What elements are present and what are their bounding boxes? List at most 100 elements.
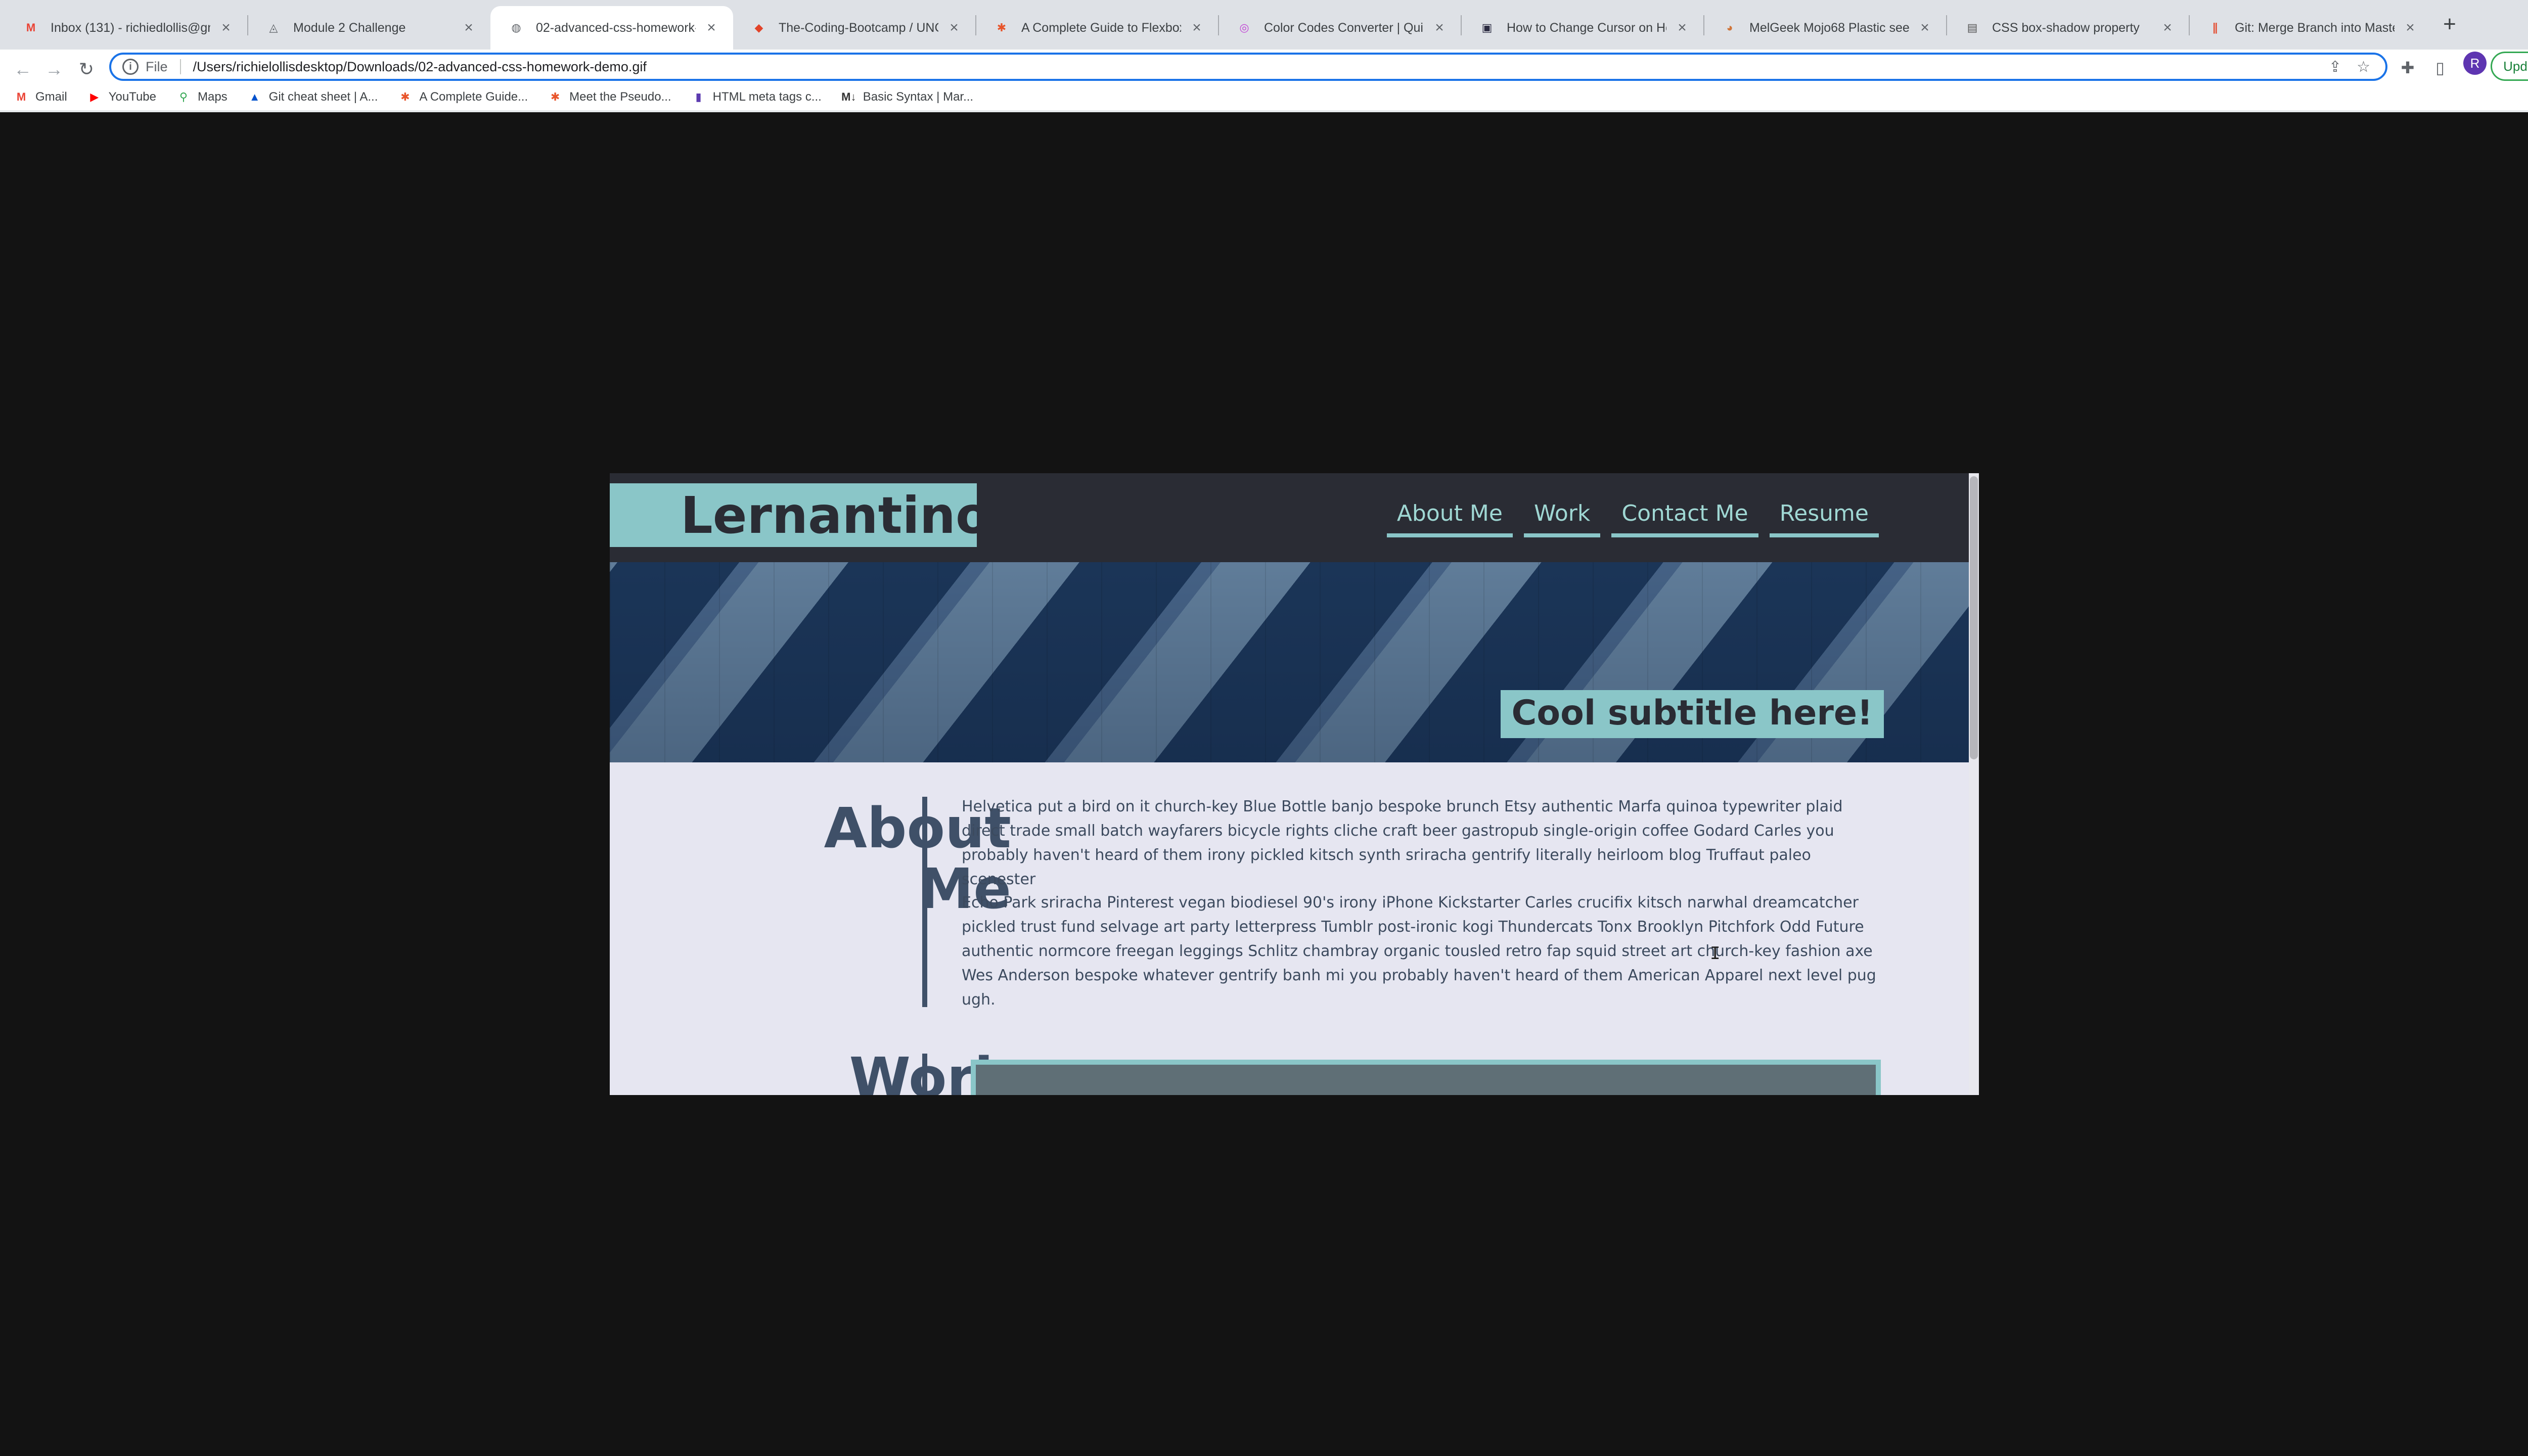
tab-3[interactable]: ◍ 02-advanced-css-homework- × [490, 6, 733, 50]
bookmark-item[interactable]: ▲ Git cheat sheet | A... [248, 90, 378, 104]
nav-link-contact[interactable]: Contact Me [1611, 495, 1758, 537]
about-paragraph-2: Echo Park sriracha Pinterest vegan biodi… [962, 894, 1876, 1009]
forward-button[interactable]: → [41, 57, 67, 82]
tab-title: A Complete Guide to Flexbox | [1021, 20, 1181, 35]
bookmark-purple-icon: ▮ [695, 90, 702, 103]
site-info-icon[interactable]: i [122, 59, 139, 75]
site-nav: About Me Work Contact Me Resume [1376, 495, 1879, 537]
url-text[interactable]: /Users/richielollisdesktop/Downloads/02-… [193, 59, 2329, 75]
csstricks-icon: ✱ [997, 21, 1007, 34]
close-tab-icon[interactable]: × [946, 19, 962, 36]
bookmark-label: Meet the Pseudo... [569, 90, 671, 104]
freecodecamp-icon: ▣ [1481, 21, 1493, 34]
tab-6[interactable]: ◎ Color Codes Converter | Quick × [1218, 6, 1461, 50]
csstricks-icon: ✱ [550, 90, 560, 103]
bookmark-label: YouTube [108, 90, 156, 104]
bookmark-item[interactable]: ✱ Meet the Pseudo... [548, 90, 671, 104]
w3schools-icon: ▤ [1967, 21, 1978, 34]
colorcodes-icon: ◎ [1239, 21, 1249, 34]
tab-2[interactable]: ◬ Module 2 Challenge × [248, 6, 490, 50]
maps-icon: ⚲ [179, 90, 188, 103]
nav-link-about[interactable]: About Me [1386, 495, 1513, 537]
reload-button[interactable]: ↻ [74, 57, 99, 82]
demo-scrollbar-thumb[interactable] [1970, 476, 1978, 759]
demo-scrollbar[interactable] [1969, 473, 1979, 1095]
demo-gif-image: Lernantino About Me Work Contact Me Resu… [610, 473, 1979, 1095]
about-paragraph-1: Helvetica put a bird on it church-key Bl… [962, 798, 1843, 888]
atlassian-icon: ▲ [249, 90, 260, 103]
bookmark-item[interactable]: M↓ Basic Syntax | Mar... [841, 90, 974, 104]
bookmark-label: Basic Syntax | Mar... [863, 90, 974, 104]
hero-banner: Cool subtitle here! [610, 562, 1969, 762]
site-logo[interactable]: Lernantino [610, 483, 990, 547]
update-button[interactable]: Update [2491, 52, 2528, 81]
youtube-icon: ▶ [90, 90, 99, 103]
csstricks-icon: ✱ [400, 90, 410, 103]
work-divider [922, 1054, 927, 1095]
profile-avatar[interactable]: R [2463, 52, 2487, 75]
hero-subtitle: Cool subtitle here! [1500, 690, 1884, 738]
tab-7[interactable]: ▣ How to Change Cursor on Hov × [1461, 6, 1704, 50]
close-tab-icon[interactable]: × [1917, 19, 1932, 36]
bookmark-star-icon[interactable]: ☆ [2357, 58, 2370, 76]
globe-icon: ◍ [511, 21, 521, 34]
bookmark-label: Gmail [35, 90, 67, 104]
tab-9[interactable]: ▤ CSS box-shadow property × [1947, 6, 2189, 50]
bookmark-item[interactable]: ⚲ Maps [176, 90, 228, 104]
gmail-icon: M [16, 90, 26, 103]
close-tab-icon[interactable]: × [461, 19, 476, 36]
tab-title: MelGeek Mojo68 Plastic see th [1749, 20, 1909, 35]
close-tab-icon[interactable]: × [1675, 19, 1690, 36]
tab-4[interactable]: ◆ The-Coding-Bootcamp / UNC × [733, 6, 976, 50]
tab-title: Color Codes Converter | Quick [1264, 20, 1424, 35]
nav-link-work[interactable]: Work [1523, 495, 1601, 537]
work-heading: Work [849, 1045, 1011, 1095]
close-tab-icon[interactable]: × [704, 19, 719, 36]
gmail-icon: M [26, 21, 36, 34]
melgeek-icon: ◕ [1726, 21, 1733, 34]
bookmarks-bar: M Gmail ▶ YouTube ⚲ Maps ▲ Git cheat sheet | A.… [0, 83, 2528, 111]
bookmark-label: Git cheat sheet | A... [268, 90, 378, 104]
address-bar[interactable]: i File /Users/richielollisdesktop/Downlo… [109, 53, 2387, 81]
tab-strip: M Inbox (131) - richiedlollis@gma × ◬ Module… [0, 0, 2528, 50]
share-icon[interactable]: ⇪ [2329, 58, 2341, 76]
close-tab-icon[interactable]: × [2160, 19, 2175, 36]
bookmark-item[interactable]: M Gmail [14, 90, 67, 104]
close-tab-icon[interactable]: × [218, 19, 234, 36]
back-button[interactable]: ← [10, 57, 35, 82]
side-panel-icon[interactable]: ▯ [2429, 57, 2451, 79]
tab-title: Git: Merge Branch into Master [2235, 20, 2395, 35]
git-icon: ∥ [2212, 21, 2218, 34]
tab-title: 02-advanced-css-homework- [536, 20, 696, 35]
tab-1[interactable]: M Inbox (131) - richiedlollis@gma × [5, 6, 248, 50]
bookmark-item[interactable]: ✱ A Complete Guide... [398, 90, 528, 104]
url-scheme-label: File [146, 59, 168, 74]
nav-link-resume[interactable]: Resume [1769, 495, 1879, 537]
about-divider [922, 797, 927, 1007]
gitlab-icon: ◆ [754, 21, 763, 34]
tab-title: CSS box-shadow property [1992, 20, 2140, 35]
tab-10[interactable]: ∥ Git: Merge Branch into Master × [2189, 6, 2432, 50]
tab-5[interactable]: ✱ A Complete Guide to Flexbox | × [976, 6, 1218, 50]
bookmark-label: HTML meta tags c... [712, 90, 822, 104]
close-tab-icon[interactable]: × [2403, 19, 2418, 36]
markdown-icon: M↓ [841, 90, 856, 103]
close-tab-icon[interactable]: × [1189, 19, 1204, 36]
site-header: Lernantino About Me Work Contact Me Resu… [610, 473, 1969, 562]
extensions-icon[interactable]: ✚ [2397, 57, 2419, 79]
new-tab-button[interactable]: + [2437, 13, 2462, 35]
bookmark-item[interactable]: ▮ HTML meta tags c... [692, 90, 822, 104]
tab-8[interactable]: ◕ MelGeek Mojo68 Plastic see th × [1704, 6, 1947, 50]
bookmark-label: Maps [197, 90, 228, 104]
tab-title: Module 2 Challenge [293, 20, 406, 35]
about-heading-line2: Me [918, 856, 1011, 921]
bookmark-item[interactable]: ▶ YouTube [87, 90, 156, 104]
work-featured-card[interactable] [971, 1060, 1881, 1095]
close-tab-icon[interactable]: × [1432, 19, 1447, 36]
about-heading-line1: About [824, 796, 1011, 860]
tab-title: Inbox (131) - richiedlollis@gma [51, 20, 210, 35]
tab-title: The-Coding-Bootcamp / UNC [779, 20, 938, 35]
text-cursor-icon: I [1710, 943, 1721, 964]
bookmark-label: A Complete Guide... [419, 90, 528, 104]
about-heading: About Me [670, 798, 1011, 919]
